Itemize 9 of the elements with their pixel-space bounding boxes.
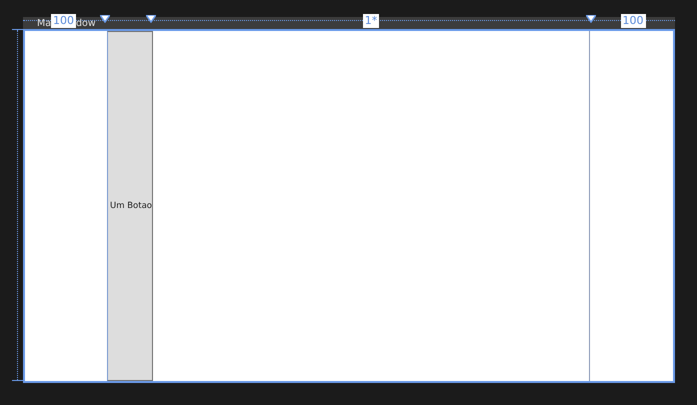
window-title: dow (76, 18, 96, 30)
column-width-label[interactable]: 1* (362, 14, 380, 28)
column-marker-icon[interactable] (100, 15, 110, 23)
column-marker-icon[interactable] (146, 15, 156, 23)
column-marker-icon[interactable] (586, 15, 596, 23)
column-width-label[interactable]: 100 (51, 14, 76, 28)
window-title: Ma (37, 18, 52, 30)
column-width-label[interactable]: 100 (620, 14, 646, 28)
um-botao-button[interactable]: Um Botao (107, 31, 153, 381)
